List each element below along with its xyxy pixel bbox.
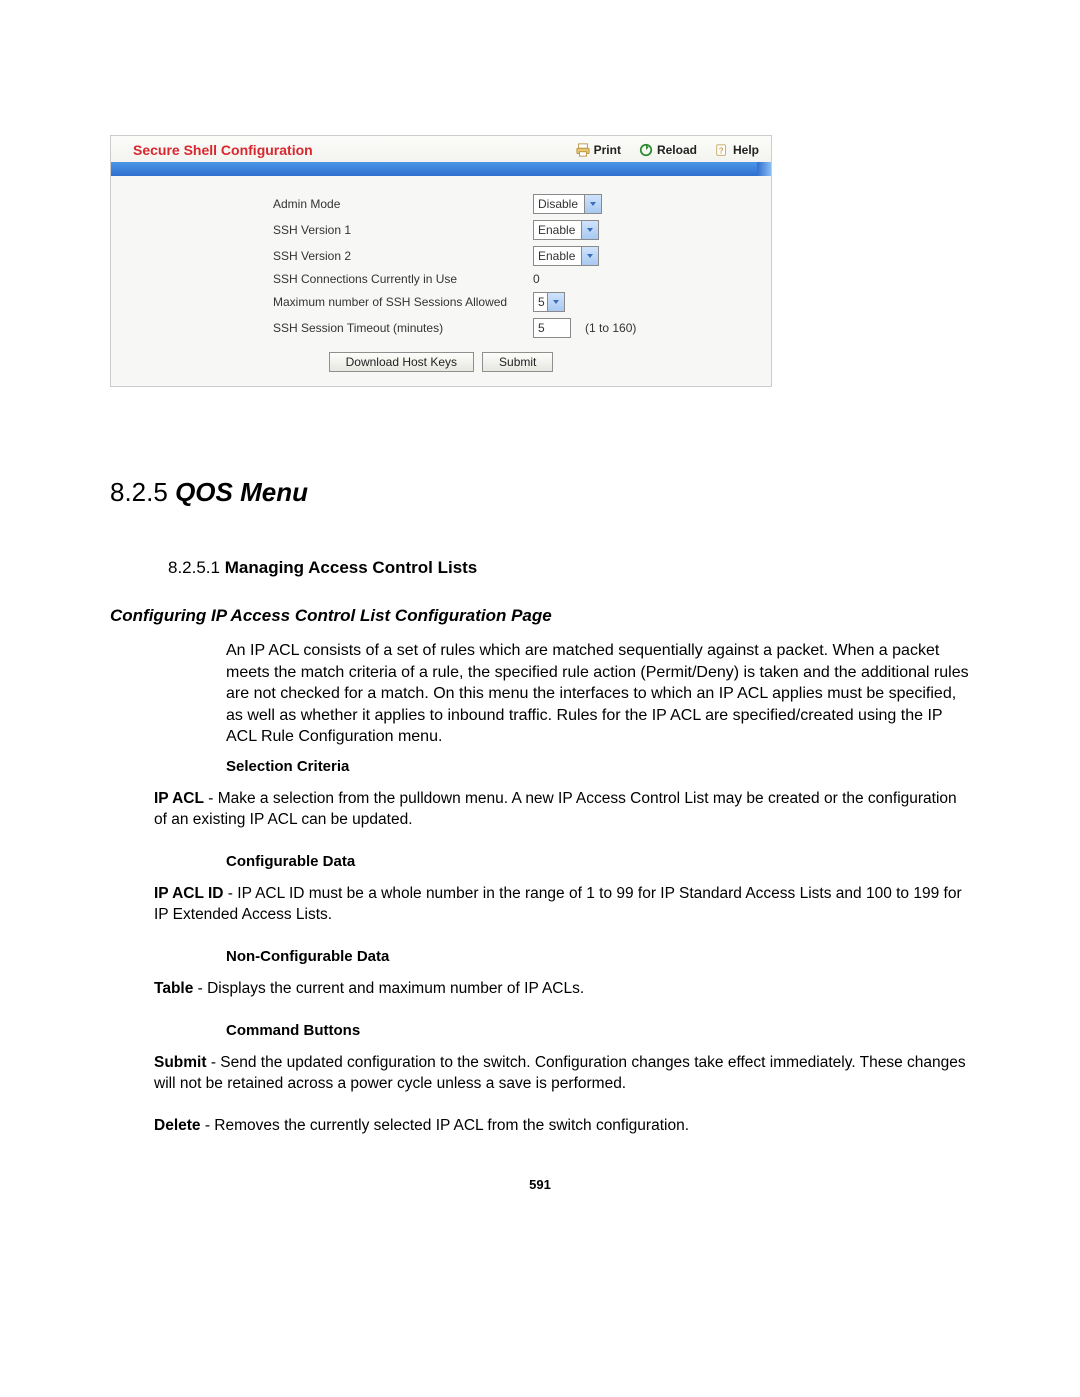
form-area: Admin Mode Disable SSH Version 1 Enable bbox=[111, 176, 771, 386]
help-label: Help bbox=[733, 143, 759, 157]
term-table: Table bbox=[154, 980, 193, 997]
select-ssh-v2[interactable]: Enable bbox=[533, 246, 599, 266]
chevron-down-icon bbox=[584, 195, 601, 213]
section-title: QOS Menu bbox=[175, 477, 308, 507]
def-table: Table - Displays the current and maximum… bbox=[154, 979, 970, 1000]
chevron-down-icon bbox=[581, 247, 598, 265]
panel-header: Secure Shell Configuration Print bbox=[111, 136, 771, 162]
submit-button[interactable]: Submit bbox=[482, 352, 553, 372]
term-submit: Submit bbox=[154, 1054, 207, 1071]
subsection-title: Managing Access Control Lists bbox=[225, 558, 478, 577]
panel-divider bbox=[111, 162, 771, 176]
label-max-sessions: Maximum number of SSH Sessions Allowed bbox=[133, 295, 533, 309]
label-conns: SSH Connections Currently in Use bbox=[133, 272, 533, 286]
selection-criteria-label: Selection Criteria bbox=[226, 758, 970, 775]
reload-icon bbox=[639, 143, 657, 157]
select-ssh-v1-value: Enable bbox=[534, 221, 581, 239]
section-number: 8.2.5 bbox=[110, 477, 168, 507]
non-configurable-data-label: Non-Configurable Data bbox=[226, 948, 970, 965]
select-ssh-v1[interactable]: Enable bbox=[533, 220, 599, 240]
def-ip-acl: IP ACL - Make a selection from the pulld… bbox=[154, 789, 970, 831]
select-max-sessions[interactable]: 5 bbox=[533, 292, 565, 312]
ssh-config-panel: Secure Shell Configuration Print bbox=[110, 135, 772, 387]
subsection-number: 8.2.5.1 bbox=[168, 558, 220, 577]
row-timeout: SSH Session Timeout (minutes) 5 (1 to 16… bbox=[133, 318, 749, 338]
label-timeout: SSH Session Timeout (minutes) bbox=[133, 321, 533, 335]
configurable-data-label: Configurable Data bbox=[226, 853, 970, 870]
def-ip-acl-id: IP ACL ID - IP ACL ID must be a whole nu… bbox=[154, 884, 970, 926]
desc-submit: - Send the updated configuration to the … bbox=[154, 1054, 966, 1092]
reload-label: Reload bbox=[657, 143, 697, 157]
select-admin-mode[interactable]: Disable bbox=[533, 194, 602, 214]
term-delete: Delete bbox=[154, 1117, 201, 1134]
print-label: Print bbox=[594, 143, 621, 157]
hint-timeout: (1 to 160) bbox=[585, 321, 636, 335]
row-ssh-v1: SSH Version 1 Enable bbox=[133, 220, 749, 240]
config-heading: Configuring IP Access Control List Confi… bbox=[110, 606, 970, 626]
label-admin-mode: Admin Mode bbox=[133, 197, 533, 211]
config-paragraph: An IP ACL consists of a set of rules whi… bbox=[226, 640, 970, 748]
page-number: 591 bbox=[110, 1177, 970, 1192]
download-host-keys-button[interactable]: Download Host Keys bbox=[329, 352, 474, 372]
svg-text:?: ? bbox=[719, 147, 724, 156]
print-button[interactable]: Print bbox=[576, 143, 621, 157]
print-icon bbox=[576, 143, 594, 157]
desc-ip-acl: - Make a selection from the pulldown men… bbox=[154, 790, 957, 828]
chevron-down-icon bbox=[547, 293, 564, 311]
desc-ip-acl-id: - IP ACL ID must be a whole number in th… bbox=[154, 885, 962, 923]
button-row: Download Host Keys Submit bbox=[133, 352, 749, 372]
select-ssh-v2-value: Enable bbox=[534, 247, 581, 265]
row-ssh-v2: SSH Version 2 Enable bbox=[133, 246, 749, 266]
term-ip-acl-id: IP ACL ID bbox=[154, 885, 223, 902]
desc-table: - Displays the current and maximum numbe… bbox=[193, 980, 584, 997]
def-delete: Delete - Removes the currently selected … bbox=[154, 1116, 970, 1137]
panel-title: Secure Shell Configuration bbox=[133, 142, 558, 158]
label-ssh-v2: SSH Version 2 bbox=[133, 249, 533, 263]
subsection-heading: 8.2.5.1 Managing Access Control Lists bbox=[168, 558, 970, 578]
help-icon: ? bbox=[715, 143, 733, 157]
row-admin-mode: Admin Mode Disable bbox=[133, 194, 749, 214]
select-admin-mode-value: Disable bbox=[534, 195, 584, 213]
row-conns: SSH Connections Currently in Use 0 bbox=[133, 272, 749, 286]
help-button[interactable]: ? Help bbox=[715, 143, 759, 157]
term-ip-acl: IP ACL bbox=[154, 790, 204, 807]
label-ssh-v1: SSH Version 1 bbox=[133, 223, 533, 237]
def-submit: Submit - Send the updated configuration … bbox=[154, 1053, 970, 1095]
chevron-down-icon bbox=[581, 221, 598, 239]
command-buttons-label: Command Buttons bbox=[226, 1022, 970, 1039]
value-conns: 0 bbox=[533, 272, 540, 286]
select-max-sessions-value: 5 bbox=[534, 293, 547, 311]
row-max-sessions: Maximum number of SSH Sessions Allowed 5 bbox=[133, 292, 749, 312]
input-timeout[interactable]: 5 bbox=[533, 318, 571, 338]
reload-button[interactable]: Reload bbox=[639, 143, 697, 157]
section-heading: 8.2.5 QOS Menu bbox=[110, 477, 970, 508]
desc-delete: - Removes the currently selected IP ACL … bbox=[201, 1117, 689, 1134]
